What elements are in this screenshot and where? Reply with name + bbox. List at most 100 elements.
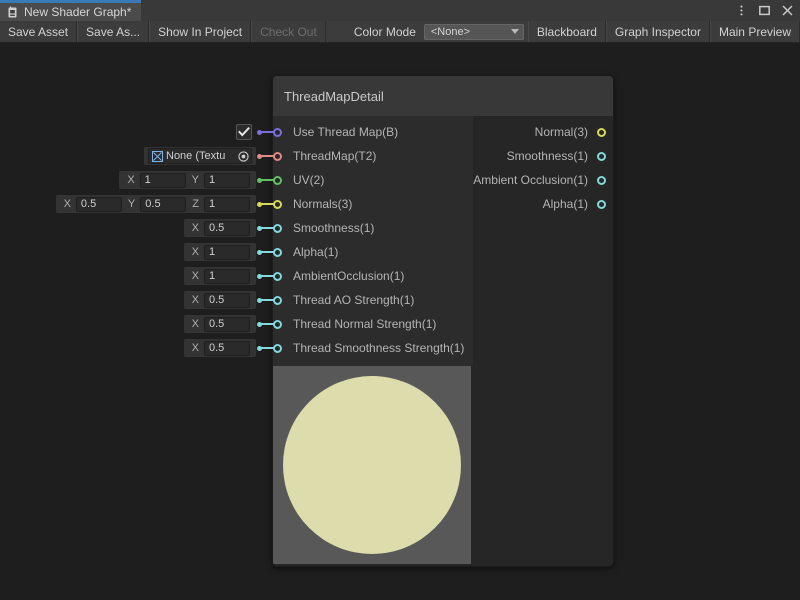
vector-number-field[interactable]: 0.5: [204, 221, 250, 236]
show-in-project-button[interactable]: Show In Project: [149, 21, 251, 42]
input-port-label: Thread AO Strength(1): [293, 293, 414, 307]
vector-input-control[interactable]: X0.5: [184, 219, 256, 237]
vector-axis-label: X: [188, 246, 204, 258]
input-port-label: UV(2): [293, 173, 324, 187]
node-title: ThreadMapDetail: [284, 89, 384, 104]
checkbox[interactable]: [236, 124, 252, 140]
boolean-toggle-control[interactable]: [232, 123, 256, 141]
texture-icon: [152, 151, 163, 162]
vector-number-field[interactable]: 1: [204, 173, 250, 188]
vector-number-field[interactable]: 1: [204, 197, 250, 212]
texture-object-value: None (Textu: [166, 150, 235, 162]
object-picker-icon[interactable]: [238, 151, 249, 162]
port-anchor-dot: [257, 346, 262, 351]
vector-input-control[interactable]: X0.5: [184, 315, 256, 333]
tab-new-shader-graph[interactable]: New Shader Graph*: [0, 0, 141, 21]
output-port-label: Ambient Occlusion(1): [473, 173, 588, 187]
blackboard-button[interactable]: Blackboard: [528, 21, 606, 42]
shader-graph-document-icon: [6, 6, 19, 19]
port-anchor-dot: [257, 178, 262, 183]
output-port-row: Smoothness(1): [473, 144, 613, 168]
input-port-row: Thread Smoothness Strength(1)X0.5: [273, 336, 473, 360]
output-port-label: Smoothness(1): [507, 149, 588, 163]
vector-axis-label: X: [60, 198, 76, 210]
check-out-button: Check Out: [251, 21, 326, 42]
preview-sphere: [283, 376, 461, 554]
save-asset-button[interactable]: Save Asset: [0, 21, 77, 42]
node-preview[interactable]: [273, 366, 613, 566]
output-port-connector[interactable]: [597, 176, 606, 185]
port-anchor-dot: [257, 322, 262, 327]
vector-input-control[interactable]: X1: [184, 243, 256, 261]
output-port-label: Normal(3): [535, 125, 588, 139]
port-anchor-dot: [257, 154, 262, 159]
vector-number-field[interactable]: 0.5: [140, 197, 186, 212]
output-port-row: Normal(3): [473, 120, 613, 144]
vector-input-control[interactable]: X1Y1: [119, 171, 256, 189]
input-port-row: Smoothness(1)X0.5: [273, 216, 473, 240]
port-anchor-dot: [257, 130, 262, 135]
node-output-ports: Normal(3) Smoothness(1) Ambient Occlusion(…: [473, 116, 613, 366]
vector-input-control[interactable]: X0.5: [184, 339, 256, 357]
chevron-down-icon: [511, 29, 519, 34]
node-body: Use Thread Map(B)ThreadMap(T2)None (Text…: [273, 116, 613, 366]
window-controls: [735, 0, 794, 21]
vector-axis-label: X: [123, 174, 139, 186]
input-port-row: AmbientOcclusion(1)X1: [273, 264, 473, 288]
color-mode-value: <None>: [431, 26, 511, 38]
kebab-menu-icon[interactable]: [735, 4, 748, 17]
input-port-row: Thread Normal Strength(1)X0.5: [273, 312, 473, 336]
save-as-button[interactable]: Save As...: [77, 21, 149, 42]
close-icon[interactable]: [781, 4, 794, 17]
vector-axis-label: X: [188, 222, 204, 234]
vector-number-field[interactable]: 1: [204, 245, 250, 260]
port-anchor-dot: [257, 298, 262, 303]
node-input-ports: Use Thread Map(B)ThreadMap(T2)None (Text…: [273, 116, 473, 366]
texture-object-field[interactable]: None (Textu: [148, 148, 252, 164]
output-port-row: Alpha(1): [473, 192, 613, 216]
checkmark-icon: [238, 126, 250, 138]
graph-canvas[interactable]: ThreadMapDetail Use Thread Map(B) ThreadM…: [0, 43, 800, 600]
preview-viewport: [273, 366, 471, 564]
vector-input-control[interactable]: X0.5: [184, 291, 256, 309]
toolbar-spacer: [326, 21, 344, 42]
input-port-label: Smoothness(1): [293, 221, 374, 235]
vector-number-field[interactable]: 0.5: [76, 197, 122, 212]
input-port-label: Thread Smoothness Strength(1): [293, 341, 464, 355]
output-port-connector[interactable]: [597, 152, 606, 161]
port-anchor-dot: [257, 226, 262, 231]
output-port-connector[interactable]: [597, 128, 606, 137]
vector-input-control[interactable]: X0.5Y0.5Z1: [56, 195, 256, 213]
maximize-icon[interactable]: [758, 4, 771, 17]
tab-label: New Shader Graph*: [24, 5, 131, 19]
output-port-row: Ambient Occlusion(1): [473, 168, 613, 192]
node-threadmapdetail[interactable]: ThreadMapDetail Use Thread Map(B) ThreadM…: [272, 75, 614, 567]
port-anchor-dot: [257, 250, 262, 255]
input-port-label: Use Thread Map(B): [293, 125, 398, 139]
vector-number-field[interactable]: 0.5: [204, 317, 250, 332]
vector-number-field[interactable]: 1: [140, 173, 186, 188]
port-anchor-dot: [257, 274, 262, 279]
port-anchor-dot: [257, 202, 262, 207]
input-port-row: UV(2)X1Y1: [273, 168, 473, 192]
color-mode-label: Color Mode: [344, 21, 424, 42]
graph-inspector-button[interactable]: Graph Inspector: [606, 21, 710, 42]
texture-object-field-control[interactable]: None (Textu: [144, 147, 256, 165]
output-port-connector[interactable]: [597, 200, 606, 209]
node-header[interactable]: ThreadMapDetail: [273, 76, 613, 116]
vector-axis-label: X: [188, 318, 204, 330]
input-port-label: Normals(3): [293, 197, 352, 211]
input-port-row: Alpha(1)X1: [273, 240, 473, 264]
vector-number-field[interactable]: 0.5: [204, 341, 250, 356]
toolbar: Save Asset Save As... Show In Project Ch…: [0, 21, 800, 43]
vector-number-field[interactable]: 1: [204, 269, 250, 284]
main-preview-button[interactable]: Main Preview: [710, 21, 800, 42]
vector-axis-label: X: [188, 342, 204, 354]
vector-axis-label: Y: [188, 174, 204, 186]
color-mode-dropdown[interactable]: <None>: [424, 24, 524, 40]
input-port-label: ThreadMap(T2): [293, 149, 376, 163]
vector-number-field[interactable]: 0.5: [204, 293, 250, 308]
vector-input-control[interactable]: X1: [184, 267, 256, 285]
input-port-label: Alpha(1): [293, 245, 338, 259]
vector-axis-label: Y: [124, 198, 140, 210]
